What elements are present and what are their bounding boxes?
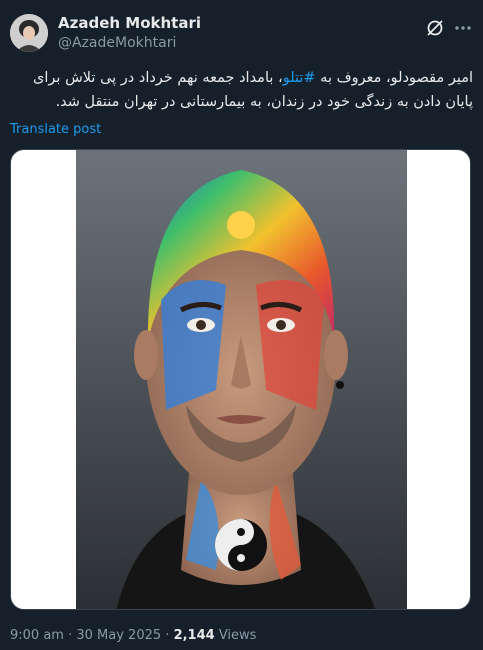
hashtag-link[interactable]: #تتلو [283,70,316,86]
grok-icon[interactable] [425,18,445,38]
translate-post-link[interactable]: Translate post [10,122,101,137]
tweet-meta: 9:00 am · 30 May 2025 · 2,144 Views [10,628,256,643]
tweet-header: Azadeh Mokhtari @AzadeMokhtari [10,12,473,56]
author-handle[interactable]: @AzadeMokhtari [58,35,176,51]
tweet-text: امیر مقصودلو، معروف به #تتلو، بامداد جمع… [10,66,473,114]
views-label: Views [214,628,257,643]
tweet-time[interactable]: 9:00 am [10,628,64,643]
author-name[interactable]: Azadeh Mokhtari [58,14,201,32]
tattooed-face-photo [76,150,407,609]
more-icon[interactable] [453,18,473,38]
tweet-text-part1: امیر مقصودلو، معروف به [315,70,473,86]
avatar[interactable] [10,14,48,52]
views-count: 2,144 [173,628,215,643]
meta-separator: · [63,628,77,643]
meta-separator: · [161,628,174,643]
tweet-date[interactable]: 30 May 2025 [76,628,161,643]
tweet-media-image[interactable] [10,149,471,610]
